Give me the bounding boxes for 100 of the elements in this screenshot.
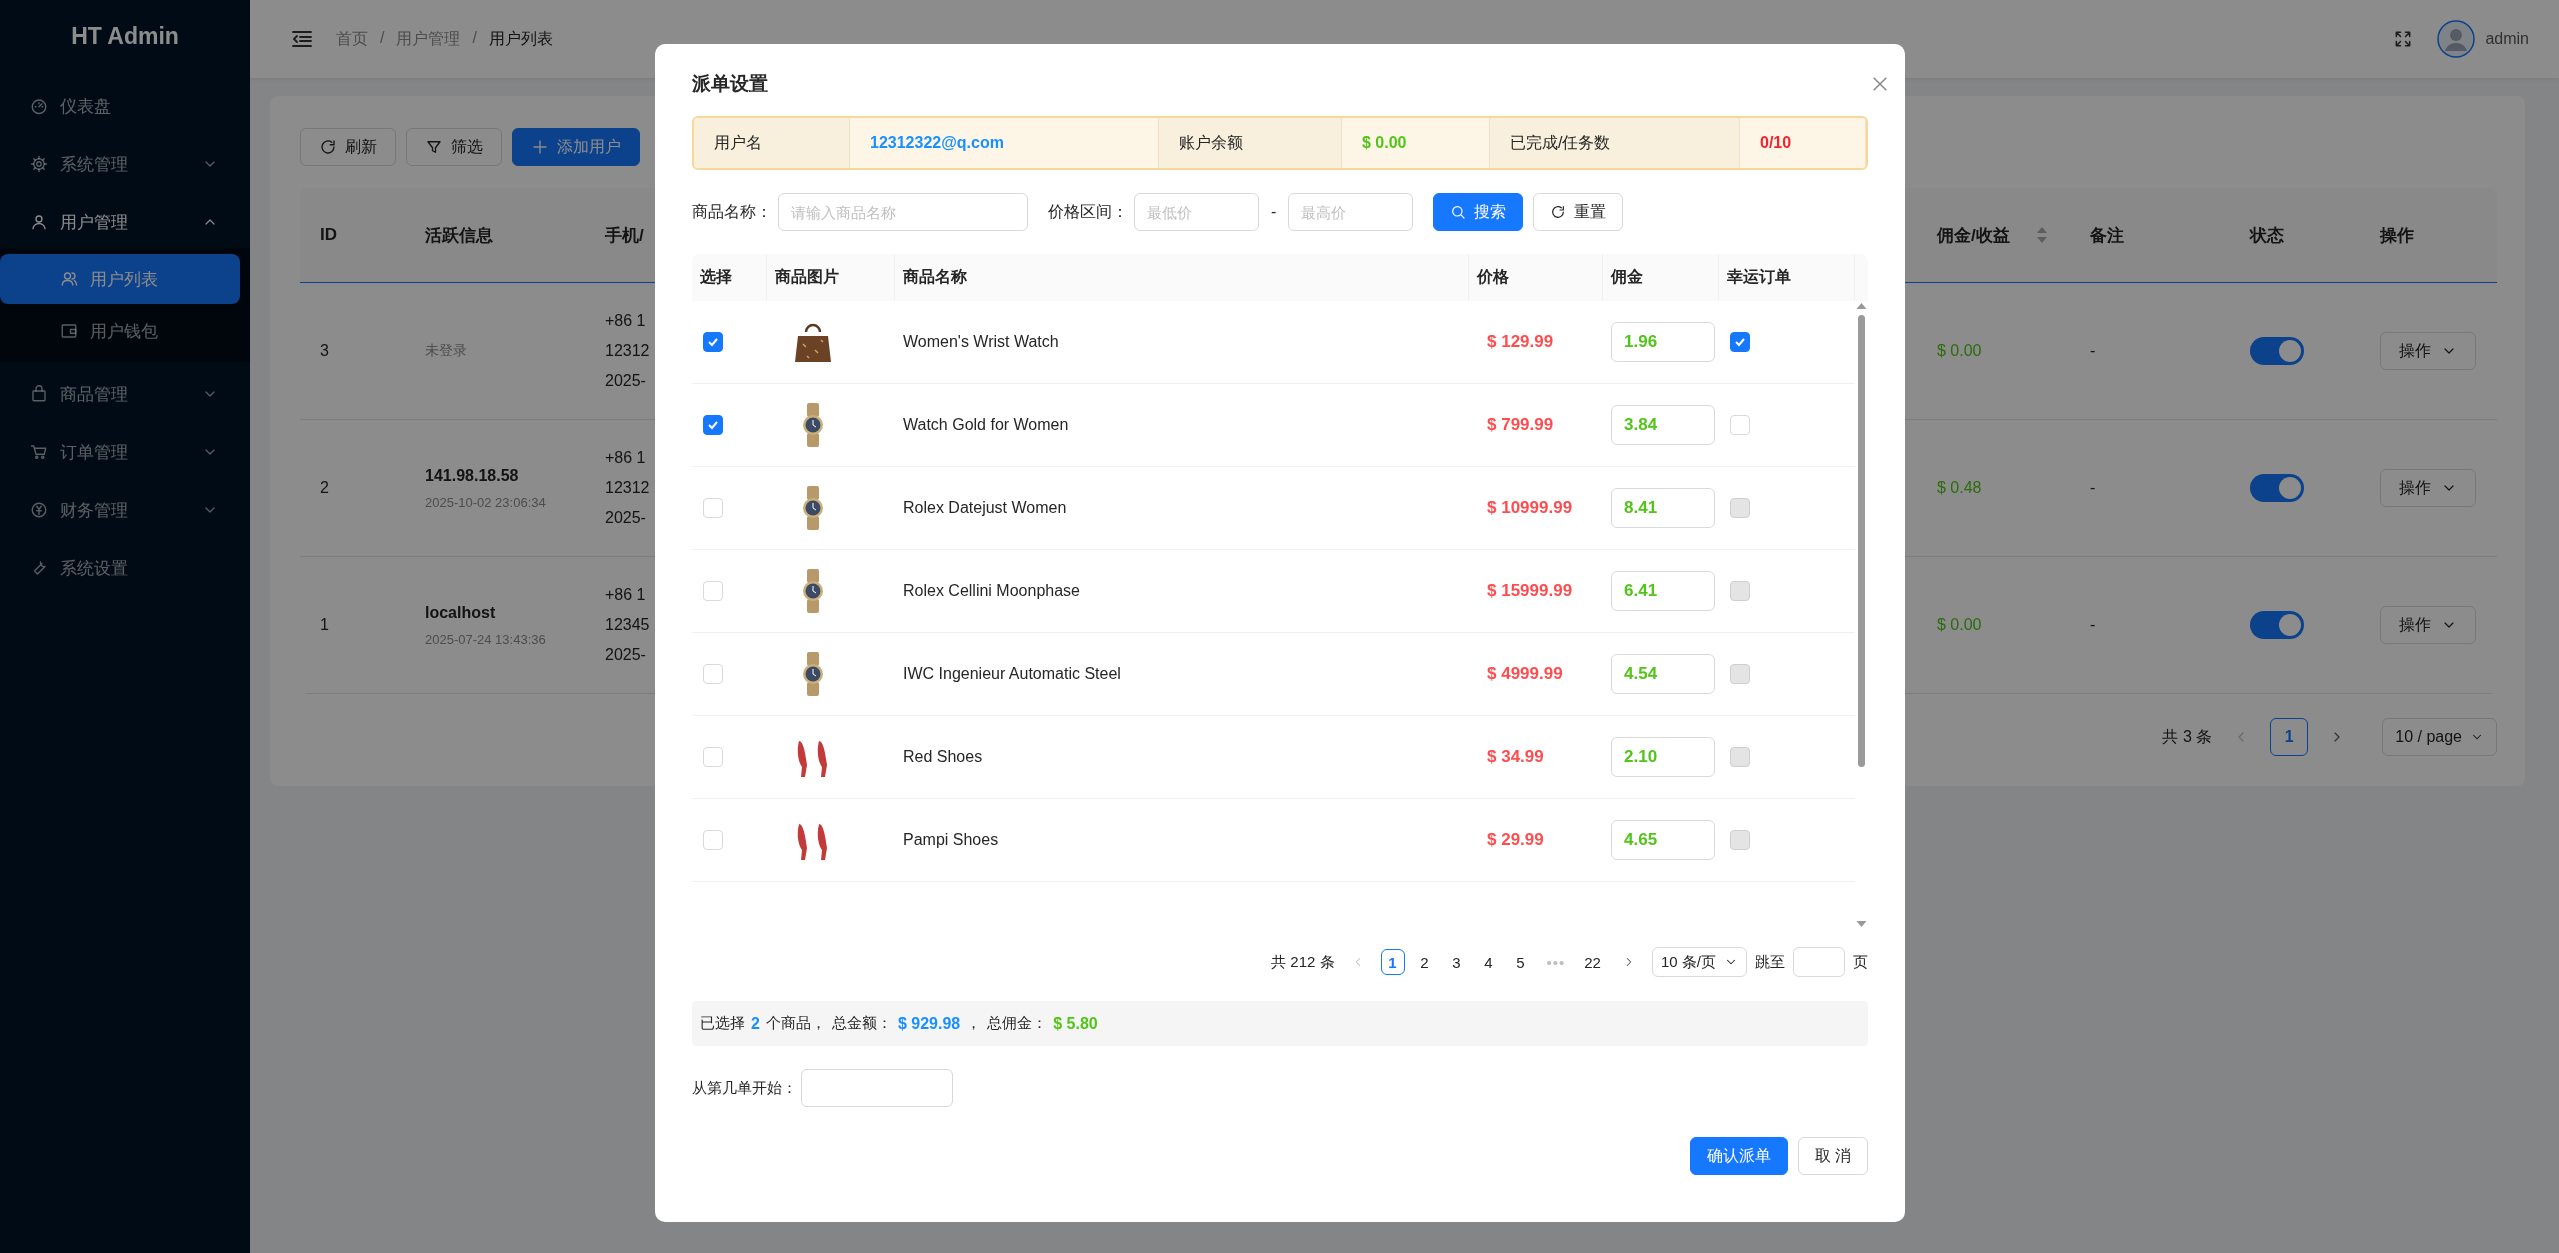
add-user-button[interactable]: 添加用户 (512, 128, 640, 166)
page-size-select[interactable]: 10 条/页 (1651, 947, 1747, 977)
info-value: 0/10 (1740, 118, 1866, 168)
status-switch[interactable] (2250, 474, 2304, 502)
commission-field[interactable]: 3.84 (1611, 405, 1715, 445)
commission-field[interactable]: 2.10 (1611, 737, 1715, 777)
status-switch[interactable] (2250, 337, 2304, 365)
column-header: 状态 (2250, 224, 2284, 247)
page-button[interactable]: 3 (1444, 949, 1469, 975)
menu-item[interactable]: 仪表盘 (0, 80, 250, 132)
page-button[interactable]: 1 (1380, 949, 1405, 975)
breadcrumb-link[interactable]: 用户管理 (396, 28, 461, 50)
column-header: 商品图片 (775, 267, 839, 287)
field-label: 商品名称： (692, 201, 772, 222)
username[interactable]: admin (2485, 30, 2529, 48)
app-logo: HT Admin (70, 21, 180, 51)
column-header: 价格 (1477, 267, 1509, 287)
menu-item[interactable]: 订单管理 (0, 426, 250, 478)
field-label: 从第几单开始： (692, 1078, 797, 1098)
column-header: 活跃信息 (424, 224, 494, 247)
activity-time: 2025-10-02 23:06:34 (425, 494, 546, 510)
contact-text: +86 1 (605, 312, 646, 330)
actions-dropdown[interactable]: 操作 (2380, 606, 2476, 644)
product-name-field[interactable]: 请输入商品名称 (778, 193, 1028, 231)
search-icon (1450, 204, 1467, 220)
menu-item[interactable]: 系统设置 (0, 542, 250, 594)
column-header: 选择 (700, 267, 732, 287)
page-button[interactable]: 4 (1476, 949, 1501, 975)
commission-amount: $ 0.00 (1937, 342, 1982, 360)
page-button[interactable]: 5 (1508, 949, 1533, 975)
dialog-title: 派单设置 (692, 72, 768, 96)
commission-amount: $ 0.48 (1937, 479, 1982, 497)
page-suffix: 页 (1853, 952, 1868, 972)
summary-value: $ 929.98 (897, 1014, 961, 1033)
commission-field[interactable]: 4.54 (1611, 654, 1715, 694)
note-text: - (2090, 616, 2096, 634)
actions-dropdown[interactable]: 操作 (2380, 469, 2476, 507)
product-price: $ 15999.99 (1486, 581, 1573, 601)
confirm-button[interactable]: 确认派单 (1689, 1137, 1788, 1175)
product-name: Watch Gold for Women (903, 416, 1069, 434)
page-button[interactable]: 22 (1579, 949, 1606, 975)
table-cell-text: 1 (319, 616, 330, 634)
reset-button[interactable]: 重置 (1533, 193, 1624, 231)
product-price: $ 34.99 (1486, 747, 1544, 767)
info-label: 用户名 (694, 118, 850, 168)
contact-text: +86 1 (605, 449, 646, 467)
min-price-field[interactable]: 最低价 (1134, 193, 1259, 231)
breadcrumb-link[interactable]: 首页 (336, 28, 368, 50)
cancel-button[interactable]: 取 消 (1797, 1137, 1868, 1175)
menu-item[interactable]: 财务管理 (0, 484, 250, 536)
menu-item[interactable]: 用户管理 (0, 196, 250, 248)
menu-item[interactable]: 商品管理 (0, 368, 250, 420)
commission-field[interactable]: 4.65 (1611, 820, 1715, 860)
commission-field[interactable]: 1.96 (1611, 322, 1715, 362)
status-switch[interactable] (2250, 611, 2304, 639)
column-header: 手机/ (604, 224, 645, 247)
page-size-select[interactable]: 10 / page (2382, 718, 2497, 756)
filter-button[interactable]: 筛选 (406, 128, 502, 166)
actions-dropdown[interactable]: 操作 (2380, 332, 2476, 370)
avatar-icon[interactable] (2437, 20, 2476, 58)
refresh-icon (319, 138, 337, 156)
breadcrumb-separator: / (472, 28, 477, 48)
page-jump-field[interactable] (1793, 947, 1845, 977)
breadcrumb-link[interactable]: 用户列表 (488, 28, 553, 50)
contact-text: 2025- (605, 646, 646, 664)
table-cell-text: 2 (319, 479, 330, 497)
column-header: 操作 (2380, 224, 2414, 247)
product-price: $ 10999.99 (1486, 498, 1573, 518)
lucky-order-checkbox[interactable] (1730, 332, 1750, 352)
breadcrumb-separator: / (380, 28, 385, 48)
summary-label: ， (966, 1014, 982, 1033)
total-count: 共 3 条 (2162, 726, 2213, 747)
column-header: 佣金 (1611, 267, 1643, 287)
activity-text: localhost (425, 603, 496, 622)
start-order-field[interactable] (801, 1069, 953, 1107)
commission-field[interactable]: 8.41 (1611, 488, 1715, 528)
commission-amount: $ 0.00 (1937, 616, 1982, 634)
column-header: 商品名称 (903, 267, 967, 287)
page-button[interactable]: 2 (1412, 949, 1437, 975)
note-text: - (2090, 342, 2096, 360)
page-button[interactable]: 1 (2270, 718, 2309, 756)
contact-text: 12312 (605, 342, 650, 360)
product-price: $ 4999.99 (1486, 664, 1563, 684)
sort-icon[interactable] (2035, 226, 2048, 244)
select-checkbox[interactable] (703, 332, 723, 352)
submenu-item[interactable]: 用户列表 (0, 254, 240, 304)
commission-field[interactable]: 6.41 (1611, 571, 1715, 611)
summary-value: 2 (751, 1014, 760, 1033)
plus-icon (531, 138, 549, 156)
submenu-item[interactable]: 用户钱包 (0, 306, 240, 356)
contact-text: 2025- (605, 509, 646, 527)
product-name: Pampi Shoes (903, 831, 999, 849)
field-label: 价格区间： (1048, 201, 1128, 222)
max-price-field[interactable]: 最高价 (1288, 193, 1414, 231)
refresh-button[interactable]: 刷新 (300, 128, 396, 166)
select-checkbox[interactable] (703, 415, 723, 435)
scrollbar[interactable] (1855, 301, 1868, 929)
search-button[interactable]: 搜索 (1433, 193, 1524, 231)
menu-item[interactable]: 系统管理 (0, 138, 250, 190)
column-header: 备注 (2090, 224, 2124, 247)
